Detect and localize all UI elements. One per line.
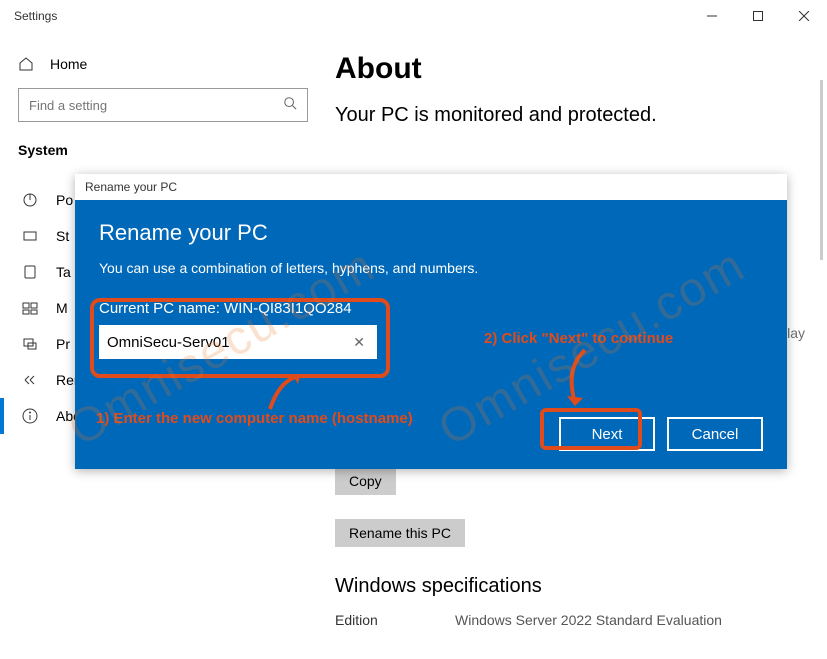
current-pc-name-label: Current PC name: WIN-QI83I1QO284 (99, 300, 763, 317)
specs-heading: Windows specifications (335, 575, 827, 598)
next-button[interactable]: Next (559, 417, 655, 451)
annotation-arrow-1 (260, 374, 310, 414)
minimize-button[interactable] (689, 0, 735, 32)
clear-input-icon[interactable]: ✕ (349, 334, 369, 351)
search-input[interactable] (29, 98, 283, 113)
titlebar: Settings (0, 0, 827, 32)
window-title: Settings (14, 9, 57, 23)
cancel-button[interactable]: Cancel (667, 417, 763, 451)
sidebar-item-label: Po (56, 192, 73, 208)
sidebar-category: System (18, 142, 335, 158)
power-icon (22, 192, 38, 208)
scrollbar[interactable] (820, 80, 823, 260)
dialog-subtext: You can use a combination of letters, hy… (99, 260, 763, 276)
project-icon (22, 336, 38, 352)
home-icon (18, 56, 34, 72)
search-icon (283, 96, 297, 115)
close-button[interactable] (781, 0, 827, 32)
maximize-button[interactable] (735, 0, 781, 32)
tablet-icon (22, 264, 38, 280)
sidebar-item-label: M (56, 300, 68, 316)
dialog-window-title: Rename your PC (75, 174, 787, 200)
copy-button[interactable]: Copy (335, 467, 396, 495)
sidebar-item-label: St (56, 228, 69, 244)
pc-name-input-wrap[interactable]: ✕ (99, 325, 377, 359)
partial-text: lay (787, 325, 805, 341)
info-icon (22, 408, 38, 424)
search-box[interactable] (18, 88, 308, 122)
sidebar-item-label: Pr (56, 336, 70, 352)
spec-label: Edition (335, 612, 395, 628)
dialog-heading: Rename your PC (99, 220, 763, 246)
home-nav[interactable]: Home (18, 48, 335, 88)
sidebar-item-label: Ta (56, 264, 71, 280)
spec-row: Edition Windows Server 2022 Standard Eva… (335, 612, 827, 628)
remote-icon (22, 372, 38, 388)
window-controls (689, 0, 827, 32)
pc-name-input[interactable] (107, 334, 349, 351)
page-subtitle: Your PC is monitored and protected. (335, 104, 827, 127)
annotation-arrow-2 (555, 348, 595, 408)
page-title: About (335, 52, 827, 86)
storage-icon (22, 228, 38, 244)
rename-pc-button[interactable]: Rename this PC (335, 519, 465, 547)
annotation-step1: 1) Enter the new computer name (hostname… (96, 410, 413, 427)
spec-value: Windows Server 2022 Standard Evaluation (455, 612, 722, 628)
home-label: Home (50, 56, 87, 72)
annotation-step2: 2) Click "Next" to continue (484, 330, 673, 347)
multitask-icon (22, 300, 38, 316)
